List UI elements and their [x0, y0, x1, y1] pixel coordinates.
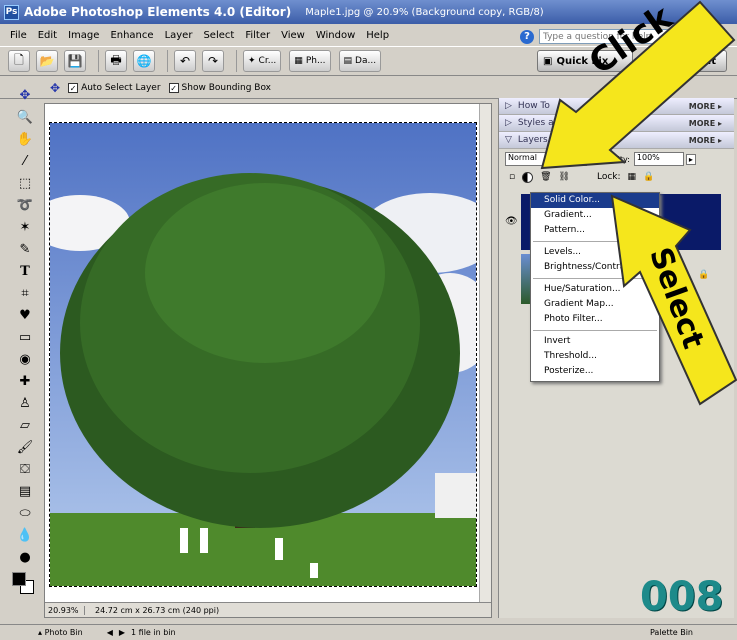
palette-bin-toggle[interactable]: Palette Bin — [650, 628, 693, 637]
palette-bin-label: Palette Bin — [649, 628, 693, 637]
step-counter: 008 — [640, 574, 724, 620]
photo-bin-toggle[interactable]: ▴ Photo Bin — [38, 628, 83, 637]
bin-prev-icon[interactable]: ◀ — [107, 628, 113, 637]
status-bar: ▴ Photo Bin ◀ ▶ 1 file in bin Palette Bi… — [0, 624, 737, 640]
annotation-overlay — [540, 0, 737, 406]
bin-file-count: 1 file in bin — [131, 628, 176, 637]
expand-arrow-icon: ▴ — [38, 628, 43, 637]
photo-bin-label: Photo Bin — [44, 628, 83, 637]
bin-next-icon[interactable]: ▶ — [119, 628, 125, 637]
